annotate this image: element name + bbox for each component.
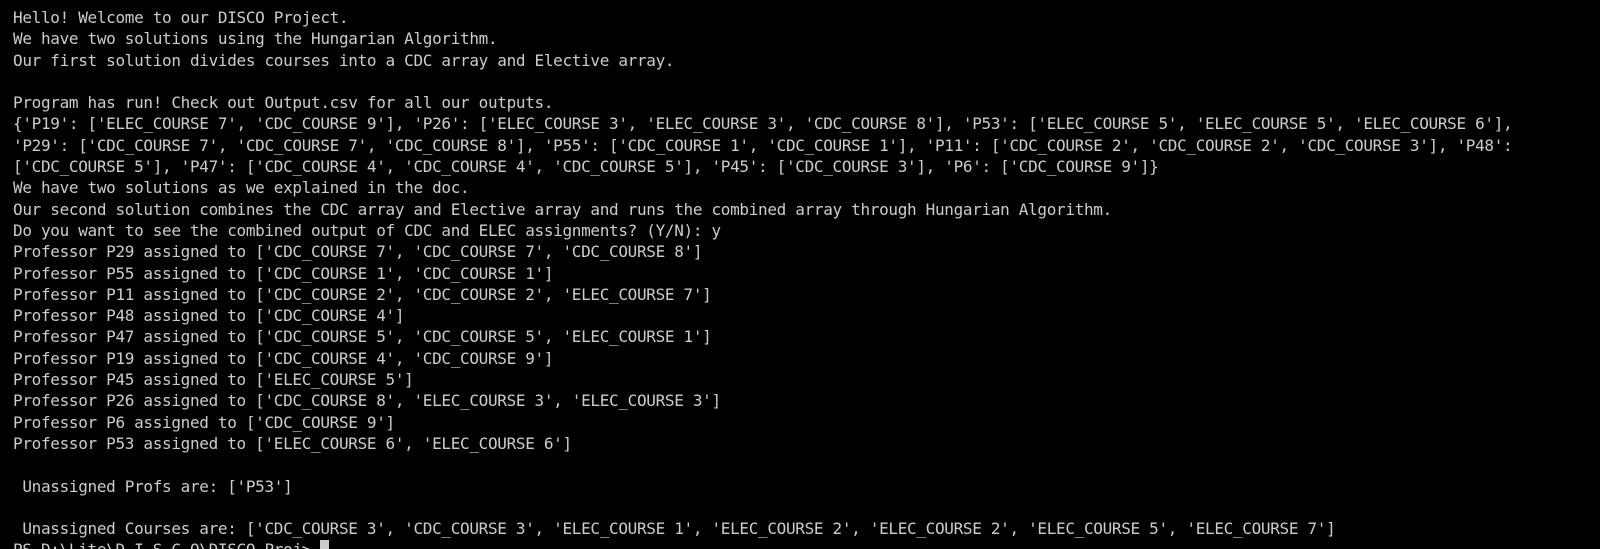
output-line-20: Professor P6 assigned to ['CDC_COURSE 9'… (13, 412, 395, 432)
output-line-4 (13, 71, 1600, 92)
output-line-3: Our first solution divides courses into … (13, 50, 675, 70)
output-line-10: Our second solution combines the CDC arr… (13, 199, 1112, 219)
prompt-text: PS D:\Lite\D.I.S.C.O\DISCO_Proj> (13, 539, 320, 549)
output-line-19: Professor P26 assigned to ['CDC_COURSE 8… (13, 391, 721, 411)
output-line-2: We have two solutions using the Hungaria… (13, 29, 498, 49)
output-line-25: Unassigned Courses are: ['CDC_COURSE 3',… (13, 519, 1336, 539)
output-line-17: Professor P19 assigned to ['CDC_COURSE 4… (13, 348, 554, 368)
output-line-11: Do you want to see the combined output o… (13, 220, 721, 240)
terminal-window[interactable]: Hello! Welcome to our DISCO Project. We … (0, 0, 1600, 549)
output-line-24 (13, 497, 1600, 518)
output-line-14: Professor P11 assigned to ['CDC_COURSE 2… (13, 284, 712, 304)
output-line-1: Hello! Welcome to our DISCO Project. (13, 8, 349, 27)
output-line-5: Program has run! Check out Output.csv fo… (13, 93, 554, 113)
output-line-7: 'P29': ['CDC_COURSE 7', 'CDC_COURSE 7', … (13, 135, 1513, 155)
output-line-23: Unassigned Profs are: ['P53'] (13, 476, 293, 496)
output-line-21: Professor P53 assigned to ['ELEC_COURSE … (13, 433, 572, 453)
text-cursor (320, 540, 330, 549)
output-line-6: {'P19': ['ELEC_COURSE 7', 'CDC_COURSE 9'… (13, 114, 1513, 134)
output-line-13: Professor P55 assigned to ['CDC_COURSE 1… (13, 263, 554, 283)
command-prompt[interactable]: PS D:\Lite\D.I.S.C.O\DISCO_Proj> (13, 539, 1600, 549)
output-line-12: Professor P29 assigned to ['CDC_COURSE 7… (13, 242, 703, 262)
output-line-16: Professor P47 assigned to ['CDC_COURSE 5… (13, 327, 712, 347)
output-line-22 (13, 454, 1600, 475)
output-line-9: We have two solutions as we explained in… (13, 178, 470, 198)
output-line-18: Professor P45 assigned to ['ELEC_COURSE … (13, 370, 414, 390)
output-line-15: Professor P48 assigned to ['CDC_COURSE 4… (13, 306, 405, 326)
output-line-8: ['CDC_COURSE 5'], 'P47': ['CDC_COURSE 4'… (13, 157, 1159, 177)
